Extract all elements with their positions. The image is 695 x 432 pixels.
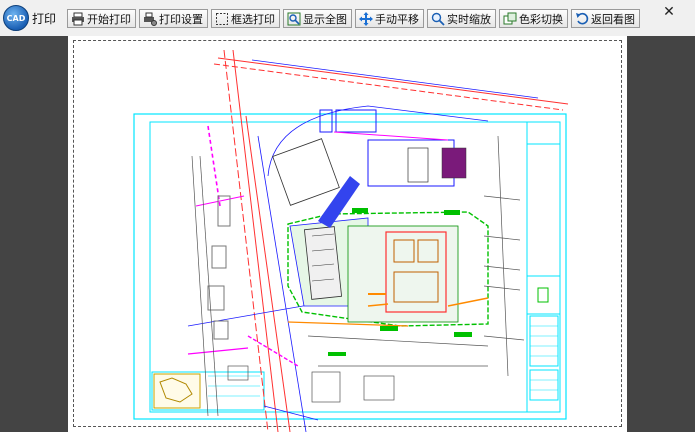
box-select-print-button[interactable]: 框选打印 (211, 9, 280, 28)
back-icon (576, 12, 589, 24)
fit-view-label: 显示全图 (303, 12, 347, 26)
fit-view-icon (287, 12, 301, 25)
color-switch-button[interactable]: 色彩切换 (499, 9, 568, 28)
title-bar: CAD 打印 开始打印 打印设置 框选打印 显示全图 手动平移 实时缩放 色彩切… (0, 0, 695, 36)
realtime-zoom-button[interactable]: 实时缩放 (427, 9, 496, 28)
back-to-view-button[interactable]: 返回看图 (571, 9, 640, 28)
printer-icon (72, 12, 84, 25)
color-switch-label: 色彩切换 (519, 12, 563, 26)
close-icon: ✕ (663, 4, 675, 20)
print-settings-button[interactable]: 打印设置 (139, 9, 208, 28)
box-select-icon (216, 12, 228, 25)
zoom-icon (431, 12, 445, 26)
window-title: 打印 (32, 12, 57, 26)
print-toolbar: 开始打印 打印设置 框选打印 显示全图 手动平移 实时缩放 色彩切换 返回看图 (67, 9, 640, 29)
box-select-print-label: 框选打印 (231, 12, 275, 26)
realtime-zoom-label: 实时缩放 (447, 12, 491, 26)
close-button[interactable]: ✕ (661, 4, 677, 20)
pan-icon (359, 11, 373, 26)
pan-label: 手动平移 (375, 12, 419, 26)
app-logo-icon: CAD (3, 5, 29, 31)
start-print-label: 开始打印 (87, 12, 131, 26)
fit-view-button[interactable]: 显示全图 (283, 9, 352, 28)
print-settings-icon (144, 12, 157, 26)
cad-drawing-preview (133, 49, 569, 432)
print-preview-area[interactable] (0, 36, 695, 432)
print-settings-label: 打印设置 (159, 12, 203, 26)
pan-button[interactable]: 手动平移 (355, 9, 424, 28)
paper-sheet (68, 36, 627, 432)
start-print-button[interactable]: 开始打印 (67, 9, 136, 28)
color-switch-icon (503, 12, 517, 24)
back-to-view-label: 返回看图 (591, 12, 635, 26)
